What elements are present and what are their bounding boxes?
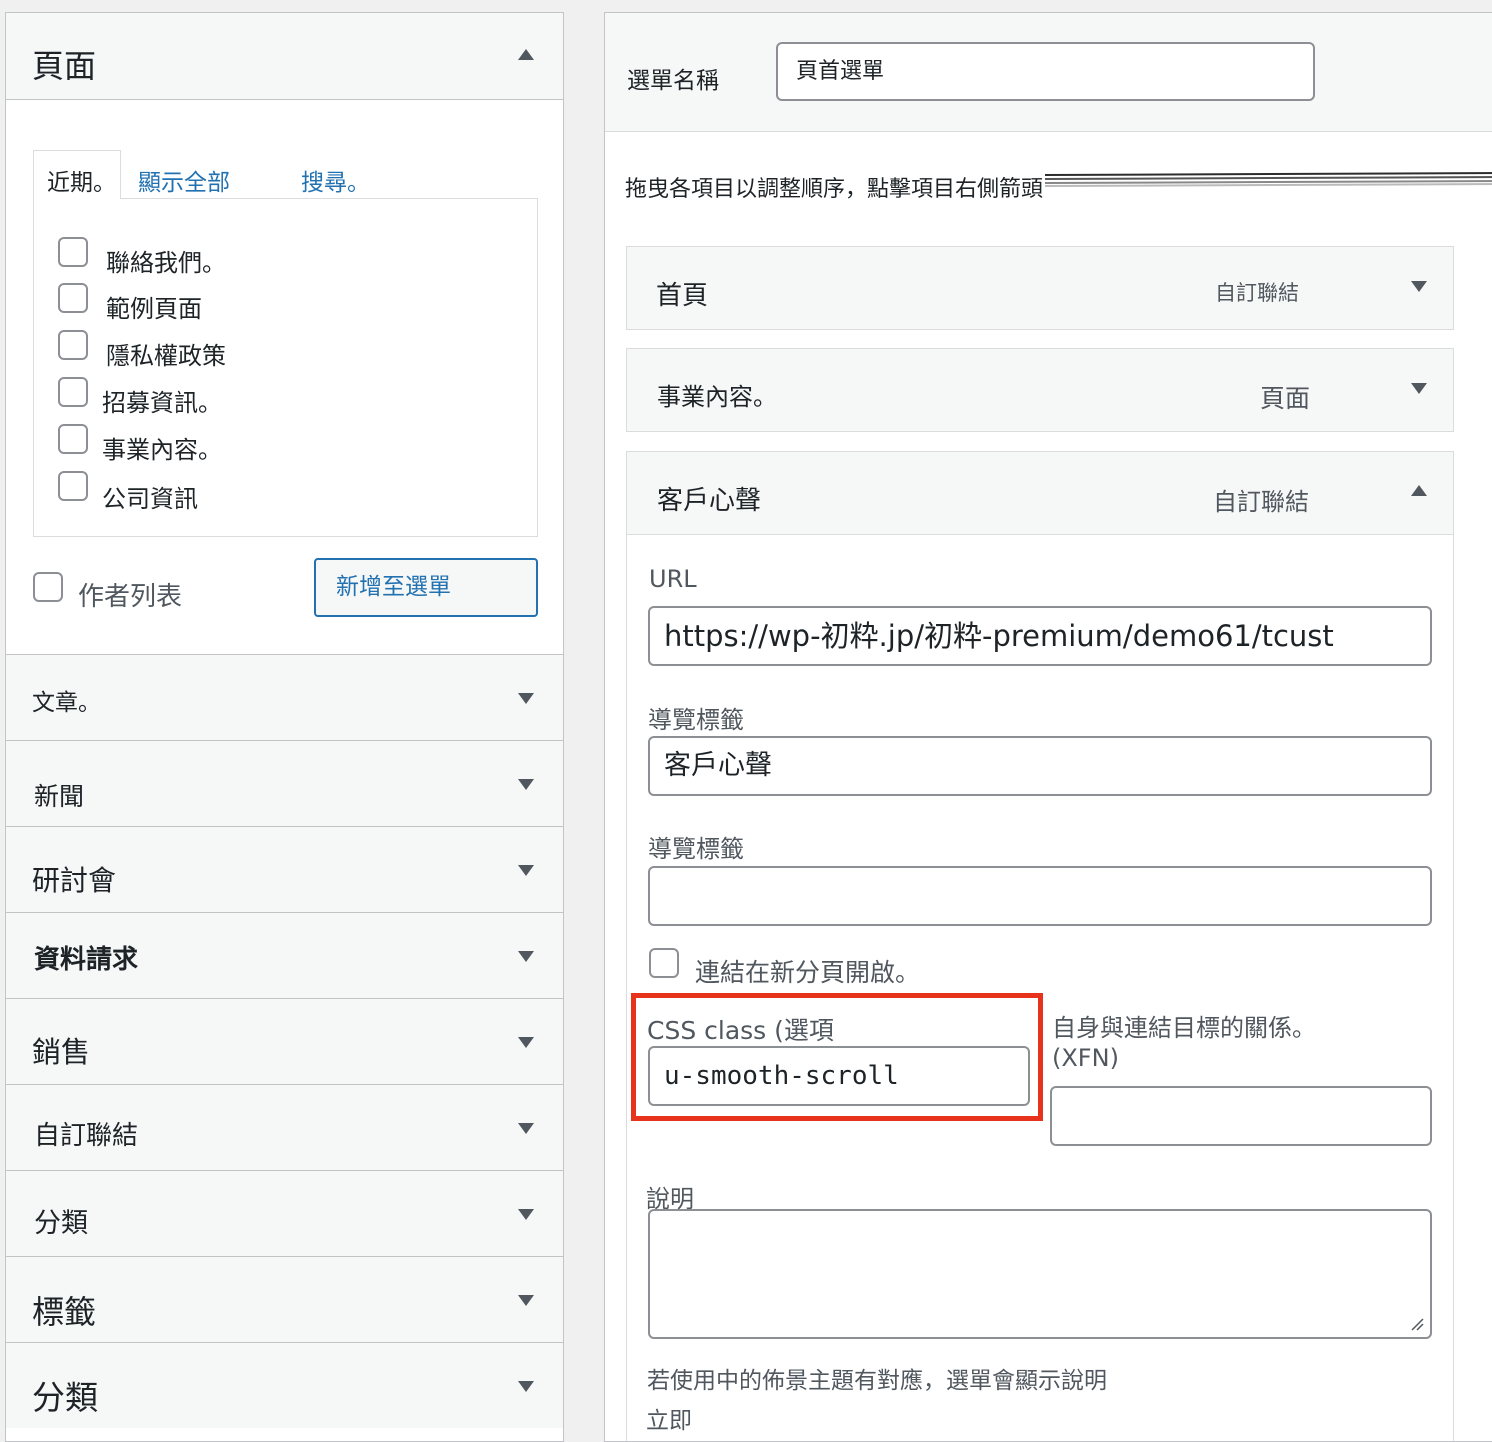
accordion-news[interactable]: 新聞 [6,740,563,826]
tab-search[interactable]: 搜尋。 [301,163,370,197]
menu-structure-panel: 選單名稱 頁首選單 拖曳各項目以調整順序，點擊項目右側箭頭 首頁 自訂聯結 事業… [604,12,1492,1442]
page-checkbox[interactable] [58,330,88,360]
menu-name-input[interactable]: 頁首選單 [776,42,1315,101]
expand-arrow-icon[interactable] [518,1295,534,1306]
menu-item-header[interactable]: 客戶心聲 自訂聯結 [627,452,1453,535]
tab-view-all[interactable]: 顯示全部 [138,163,230,197]
collapse-arrow-icon[interactable] [1411,485,1427,496]
accordion-label: 分類 [32,1378,98,1417]
author-list-label: 作者列表 [78,582,183,612]
expand-arrow-icon[interactable] [518,1381,534,1392]
page-checkbox[interactable] [58,377,88,407]
accordion-label: 銷售 [32,1035,91,1069]
menu-item-type: 自訂聯結 [1215,281,1299,305]
accordion-label: 文章。 [32,690,101,716]
open-new-tab-checkbox[interactable] [649,948,679,978]
title-attribute-input[interactable] [648,866,1432,926]
tab-recent-label[interactable]: 近期。 [47,163,116,197]
menu-item-title: 首頁 [656,281,709,311]
description-textarea[interactable] [648,1209,1432,1339]
xfn-input[interactable] [1050,1086,1432,1146]
css-class-highlight-box [631,993,1043,1121]
expand-arrow-icon[interactable] [518,693,534,704]
expand-arrow-icon[interactable] [518,1037,534,1048]
menu-name-label: 選單名稱 [627,68,719,94]
drag-guide-lines-icon [1045,172,1492,187]
xfn-label-suffix: (XFN) [1052,1044,1119,1072]
accordion-label: 自訂聯結 [34,1121,139,1151]
menu-item-title: 客戶心聲 [657,486,762,516]
page-label: 範例頁面 [106,295,202,323]
accordion-label: 資料請求 [34,945,139,975]
expand-arrow-icon[interactable] [518,951,534,962]
title-attribute-label: 導覽標籤 [648,835,744,863]
menu-item-type: 頁面 [1260,384,1311,413]
navigation-label-label: 導覽標籤 [648,706,744,734]
url-input[interactable]: https://wp-初粋.jp/初粋-premium/demo61/tcust [648,606,1432,666]
expand-arrow-icon[interactable] [518,1209,534,1220]
expand-arrow-icon[interactable] [1411,383,1427,394]
accordion-tags[interactable]: 標籤 [6,1256,563,1342]
page-label: 公司資訊 [102,485,198,513]
pages-section-title: 頁面 [32,47,97,85]
open-new-tab-label: 連結在新分頁開啟。 [695,958,921,987]
page-checkbox[interactable] [58,237,88,267]
page-label: 隱私權政策 [106,342,226,370]
menu-item-business[interactable]: 事業內容。 頁面 [626,348,1454,432]
author-list-checkbox[interactable] [33,572,63,602]
menu-item-type: 自訂聯結 [1213,488,1309,516]
menu-item-title: 事業內容。 [657,383,777,411]
page-checkbox[interactable] [58,471,88,501]
accordion-label: 研討會 [32,864,117,897]
drag-instructions: 拖曳各項目以調整順序，點擊項目右側箭頭 [625,177,1044,202]
accordion-categories[interactable]: 分類 [6,1170,563,1256]
xfn-label: 自身與連結目標的關係。 [1052,1014,1316,1042]
bottom-text: 立即 [646,1408,692,1434]
resize-grip-icon[interactable] [1410,1317,1424,1331]
accordion-posts[interactable]: 文章。 [6,654,563,740]
page-checkbox[interactable] [58,283,88,313]
page-label: 招募資訊。 [102,389,222,417]
menu-name-bar: 選單名稱 頁首選單 [605,13,1492,132]
accordion-label: 分類 [34,1208,88,1239]
accordion-document-request[interactable]: 資料請求 [6,912,563,998]
page-label: 聯絡我們。 [106,249,226,277]
description-note: 若使用中的佈景主題有對應，選單會顯示說明 [647,1368,1107,1394]
expand-arrow-icon[interactable] [518,779,534,790]
navigation-label-input[interactable]: 客戶心聲 [648,736,1432,796]
expand-arrow-icon[interactable] [1411,281,1427,292]
add-menu-items-panel: 頁面 近期。 顯示全部 搜尋。 聯絡我們。 範例頁面 隱私權政策 招募資訊。 事… [5,12,564,1442]
menu-item-home[interactable]: 首頁 自訂聯結 [626,246,1454,330]
accordion-label: 新聞 [34,782,85,811]
add-to-menu-button[interactable]: 新增至選單 [314,558,538,617]
accordion-seminar[interactable]: 研討會 [6,826,563,912]
page-checkbox[interactable] [58,424,88,454]
accordion-categories-2[interactable]: 分類 [6,1342,563,1428]
expand-arrow-icon[interactable] [518,865,534,876]
recent-pages-list: 聯絡我們。 範例頁面 隱私權政策 招募資訊。 事業內容。 公司資訊 [33,198,538,537]
accordion-sales[interactable]: 銷售 [6,998,563,1084]
pages-section-header[interactable]: 頁面 [6,13,563,100]
accordion-label: 標籤 [32,1293,97,1331]
collapse-arrow-icon[interactable] [518,49,534,60]
url-label: URL [649,565,697,593]
page-label: 事業內容。 [102,436,222,464]
accordion-custom-links[interactable]: 自訂聯結 [6,1084,563,1170]
expand-arrow-icon[interactable] [518,1123,534,1134]
